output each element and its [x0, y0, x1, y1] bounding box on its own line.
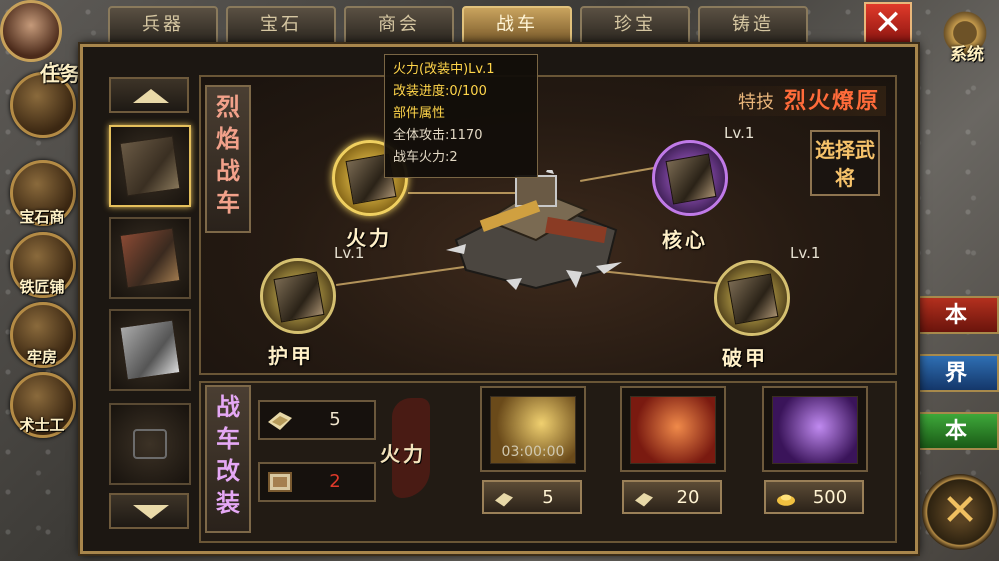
close-icon: ✕: [873, 3, 903, 43]
chariot-thumbnail: [119, 227, 181, 289]
hammer-slot-3[interactable]: [762, 386, 868, 472]
right-button-world[interactable]: 界: [913, 354, 999, 392]
hammer-cost: 20: [676, 487, 700, 508]
tab-treasure[interactable]: 珍宝: [580, 6, 690, 44]
armor-spikes-icon: [273, 271, 325, 323]
tab-weapons[interactable]: 兵器: [108, 6, 218, 44]
list-scroll-up-button[interactable]: [109, 77, 189, 113]
lock-icon: [133, 429, 167, 459]
chariot-thumbnail: [119, 135, 181, 197]
chariot-slot-locked[interactable]: [109, 403, 191, 485]
material-resource: 5: [258, 400, 376, 440]
material-icon: [495, 493, 513, 507]
part-core-level: Lv.1: [724, 124, 755, 142]
right-button-dungeon[interactable]: 本: [913, 412, 999, 450]
tab-gems[interactable]: 宝石: [226, 6, 336, 44]
arrow-up-icon: [133, 89, 169, 103]
hammer-buy-button-3[interactable]: 500: [764, 480, 864, 514]
ram-icon: [727, 273, 779, 325]
game-screen: Lv. 任务 宝石商 铁匠铺 牢房 术士工 本 界 本 兵器 宝石 商会 战车 …: [0, 0, 999, 561]
arrow-down-icon: [133, 505, 169, 519]
part-armor-label: 护甲: [268, 344, 314, 368]
chariot-slot-3[interactable]: [109, 309, 191, 391]
part-core-button[interactable]: [652, 140, 728, 216]
hammer-fire-icon: [630, 396, 716, 464]
gold-ingot-icon: [777, 494, 795, 506]
warlock-label: 术士工: [19, 416, 65, 434]
hammer-arcane-icon: [772, 396, 858, 464]
material-icon: [635, 493, 653, 507]
material-icon: [268, 412, 292, 430]
tooltip-attr-heading: 部件属性: [393, 106, 446, 121]
hammer-timer: 03:00:00: [501, 444, 565, 460]
hammer-cost: 5: [542, 487, 554, 508]
part-armor-button[interactable]: [260, 258, 336, 334]
modify-title-vertical: 战车改装: [205, 385, 251, 533]
part-core-label: 核心: [662, 228, 708, 252]
hammer-slot-1[interactable]: 03:00:00: [480, 386, 586, 472]
tab-guild[interactable]: 商会: [344, 6, 454, 44]
gem-merchant-label: 宝石商: [19, 208, 65, 226]
list-scroll-down-button[interactable]: [109, 493, 189, 529]
tab-chariot[interactable]: 战车: [462, 6, 572, 44]
core-crate-icon: [665, 153, 717, 205]
current-part-label: 火力: [380, 442, 426, 466]
prison-label: 牢房: [26, 348, 57, 366]
chariot-thumbnail: [119, 319, 181, 381]
tooltip-attack: 全体攻击:1170: [393, 128, 483, 143]
specialty-box: 特技 烈火燎原: [672, 86, 886, 116]
part-break-armor-button[interactable]: [714, 260, 790, 336]
blueprint-count: 2: [329, 471, 341, 492]
part-break-armor-label: 破甲: [722, 346, 768, 370]
hammer-slot-2[interactable]: [620, 386, 726, 472]
tooltip-firepower: 战车火力:2: [393, 150, 458, 165]
blueprint-icon: [268, 472, 292, 492]
part-armor-level: Lv.1: [334, 244, 365, 262]
choose-general-button[interactable]: 选择武将: [810, 130, 880, 196]
chariot-model: [446, 170, 622, 290]
system-label: 系统: [950, 45, 984, 65]
hammer-buy-button-2[interactable]: 20: [622, 480, 722, 514]
close-icon: ✕: [941, 485, 979, 536]
part-break-armor-level: Lv.1: [790, 244, 821, 262]
tooltip-title: 火力(改装中)Lv.1: [393, 62, 495, 77]
chariot-slot-2[interactable]: [109, 217, 191, 299]
tab-forge[interactable]: 铸造: [698, 6, 808, 44]
hammer-cost: 500: [812, 487, 848, 508]
player-avatar[interactable]: [0, 0, 62, 62]
blueprint-resource: 2: [258, 462, 376, 502]
close-window-button[interactable]: ✕: [864, 2, 912, 46]
close-round-button[interactable]: ✕: [922, 474, 998, 550]
material-count: 5: [329, 409, 341, 430]
specialty-label: 特技: [737, 92, 774, 113]
chariot-slot-1[interactable]: [109, 125, 191, 207]
part-tooltip: 火力(改装中)Lv.1 改装进度:0/100 部件属性 全体攻击:1170 战车…: [384, 54, 538, 178]
hammer-buy-button-1[interactable]: 5: [482, 480, 582, 514]
specialty-name: 烈火燎原: [783, 88, 880, 114]
tooltip-progress: 改装进度:0/100: [393, 84, 487, 99]
blacksmith-label: 铁匠铺: [19, 278, 65, 296]
chariot-name-vertical: 烈焰战车: [205, 85, 251, 233]
right-button-instance[interactable]: 本: [913, 296, 999, 334]
